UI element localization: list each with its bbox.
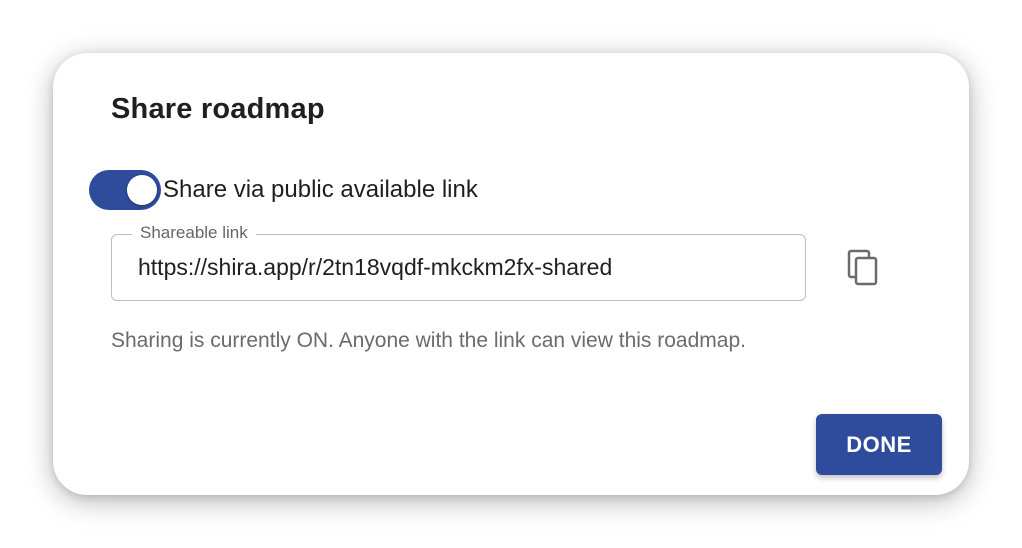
shareable-link-input[interactable] <box>138 245 778 289</box>
share-dialog: Share roadmap Share via public available… <box>53 53 969 495</box>
copy-link-button[interactable] <box>843 248 883 288</box>
public-link-toggle-label: Share via public available link <box>163 176 478 203</box>
done-button[interactable]: DONE <box>816 414 942 475</box>
sharing-status-text: Sharing is currently ON. Anyone with the… <box>111 329 746 352</box>
toggle-knob <box>127 175 157 205</box>
page-background: Share roadmap Share via public available… <box>0 0 1022 548</box>
dialog-title: Share roadmap <box>111 93 325 125</box>
copy-icon <box>847 249 878 286</box>
shareable-link-field: Shareable link <box>111 223 806 301</box>
share-toggle-row: Share via public available link <box>89 169 478 211</box>
public-link-toggle[interactable] <box>89 170 161 210</box>
shareable-link-label: Shareable link <box>132 223 256 243</box>
